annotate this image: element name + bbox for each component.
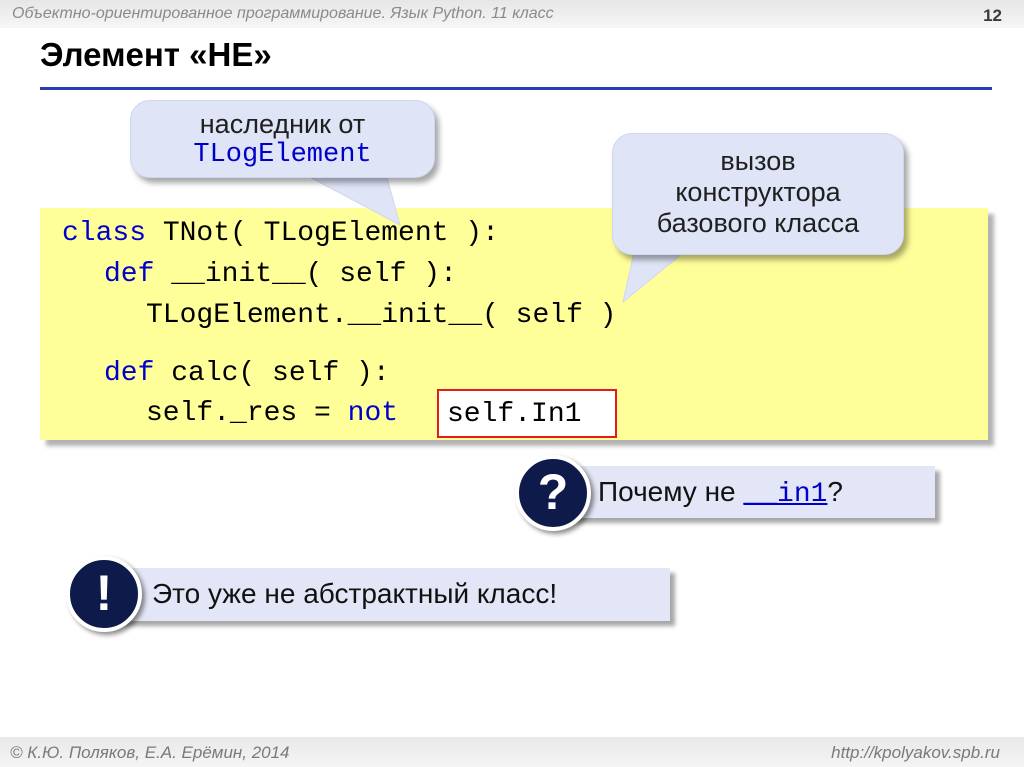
keyword-class: class bbox=[62, 218, 147, 249]
highlighted-expression-text: self.In1 bbox=[447, 399, 582, 430]
footer-author: © К.Ю. Поляков, Е.А. Ерёмин, 2014 bbox=[10, 743, 290, 762]
exclamation-icon: ! bbox=[66, 556, 142, 632]
callout-ctor-line2: конструктора bbox=[675, 177, 841, 207]
code-line-def-init: def __init__( self ): bbox=[104, 259, 457, 290]
course-title: Объектно-ориентированное программировани… bbox=[12, 5, 554, 22]
code-line-class: class TNot( TLogElement ): bbox=[62, 218, 499, 249]
note-text: Это уже не абстрактный класс! bbox=[152, 578, 558, 609]
code-line-def-calc: def calc( self ): bbox=[104, 358, 390, 389]
keyword-not: not bbox=[347, 398, 399, 429]
callout-ctor-line1: вызов bbox=[720, 146, 796, 176]
callout-heir-line2: TLogElement bbox=[193, 140, 372, 170]
question-suffix: ? bbox=[827, 476, 843, 507]
question-mark-icon: ? bbox=[515, 455, 591, 531]
slide-title: Элемент «НЕ» bbox=[40, 36, 272, 73]
callout-ctor-line3: базового класса bbox=[656, 208, 860, 238]
page-number: 12 bbox=[983, 6, 1002, 25]
footer-url: http://kpolyakov.spb.ru bbox=[831, 743, 1000, 762]
callout-heir: наследник от TLogElement bbox=[130, 100, 435, 178]
keyword-def: def bbox=[104, 259, 155, 290]
question-code: __in1 bbox=[743, 479, 828, 510]
code-line-base-init: TLogElement.__init__( self ) bbox=[146, 300, 617, 331]
callout-heir-line1: наследник от bbox=[199, 109, 366, 139]
question-text: Почему не __in1? bbox=[598, 476, 843, 510]
code-text: __init__( self ): bbox=[154, 259, 457, 290]
title-underline bbox=[40, 87, 992, 90]
callout-tail bbox=[303, 173, 401, 226]
highlighted-expression: self.In1 bbox=[437, 389, 617, 438]
code-text: self._res = bbox=[146, 398, 348, 429]
callout-tail bbox=[622, 247, 691, 304]
code-text: calc( self ): bbox=[154, 358, 390, 389]
code-line-res: self._res = not bbox=[146, 398, 398, 429]
question-prefix: Почему не bbox=[598, 476, 744, 507]
keyword-def: def bbox=[104, 358, 155, 389]
callout-base-constructor: вызов конструктора базового класса bbox=[612, 133, 904, 255]
